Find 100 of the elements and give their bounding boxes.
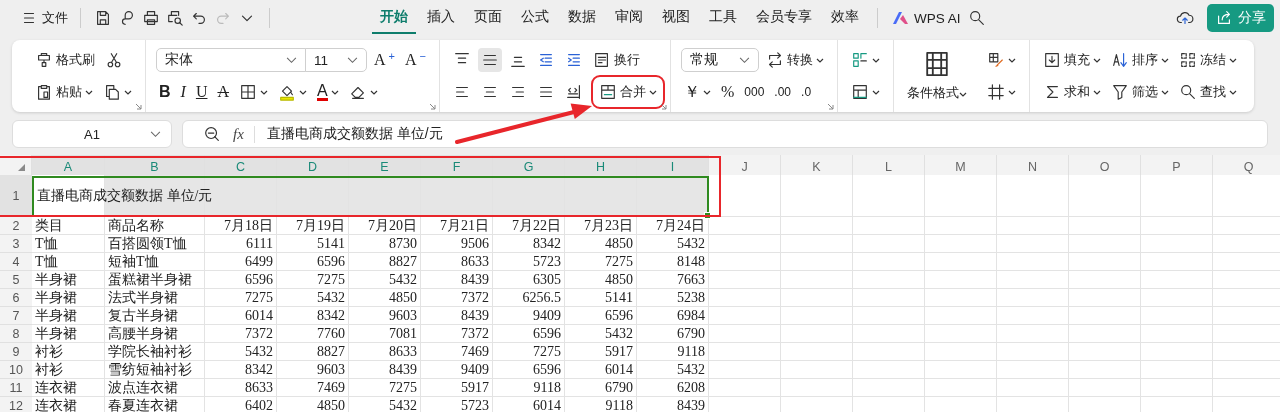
clipboard-button[interactable]: 粘贴 [32,80,96,104]
table-cell: 蛋糕裙半身裙 [105,271,205,289]
increase-decimal-button[interactable]: .00 [771,80,795,104]
column-header[interactable]: O [1069,155,1141,175]
table-cell [925,175,997,217]
table-cell: 连衣裙 [32,397,105,412]
row-header[interactable]: 7 [0,307,32,325]
conditional-format-button[interactable]: 条件格式 [904,47,970,105]
percent-button[interactable]: % [718,80,738,104]
caret-icon [649,89,657,95]
table-cell [925,379,997,397]
font-size-dropdown[interactable]: 11 [305,48,367,72]
align-middle-button[interactable] [478,48,502,72]
row-header[interactable]: 10 [0,361,32,379]
font-dropdown[interactable]: 宋体 [156,48,306,72]
caret-icon [959,92,967,97]
underline-button[interactable]: U [192,80,211,104]
row-header[interactable]: 1 [0,175,32,217]
table-cell [1069,307,1141,325]
table-cell: 7月22日 [493,217,565,235]
dialog-launcher-icon[interactable] [827,103,834,110]
merge-cells-button[interactable]: 合并 [596,80,660,104]
row-header[interactable]: 8 [0,325,32,343]
dialog-launcher-icon[interactable] [429,103,436,110]
table-cell: 7月21日 [421,217,493,235]
table-cell: 7月24日 [637,217,709,235]
table-cell [709,343,781,361]
ribbon-tab[interactable]: 公式 [513,2,557,34]
paintbrush-button[interactable]: 格式刷 [32,48,98,72]
table-cell: 衬衫 [32,361,105,379]
row-header[interactable]: 11 [0,379,32,397]
dialog-launcher-icon[interactable] [660,103,667,110]
table-cell: 复古半身裙 [105,307,205,325]
column-header[interactable]: P [1141,155,1213,175]
column-header[interactable]: L [853,155,925,175]
text-wrap-button[interactable]: 换行 [590,48,643,72]
sum-button[interactable]: 求和 [1040,80,1104,104]
table-cell: 6305 [493,271,565,289]
table-cell [1069,253,1141,271]
convert-button[interactable]: 转换 [763,48,827,72]
ribbon-tab[interactable]: 插入 [419,2,463,34]
ribbon-tab[interactable]: 工具 [701,2,745,34]
search-button[interactable]: 查找 [1176,80,1240,104]
table-cell [853,325,925,343]
table-cell: 波点连衣裙 [105,379,205,397]
formula-field[interactable]: fx 直播电商成交额数据 单位/元 [182,120,1268,148]
table-cell [709,325,781,343]
table-cell [997,253,1069,271]
row-header[interactable]: 2 [0,217,32,235]
table-cell [853,175,925,217]
font-color-button[interactable]: A [314,80,342,104]
table-cell: 7275 [205,289,277,307]
row-header[interactable]: 4 [0,253,32,271]
column-header[interactable]: M [925,155,997,175]
table-cell: 5723 [493,253,565,271]
freeze-panes-button[interactable]: 冻结 [1176,48,1240,72]
column-header[interactable]: J [709,155,781,175]
ribbon-tab[interactable]: 开始 [372,2,416,34]
thousands-button[interactable]: 000 [741,80,768,104]
row-header[interactable]: 3 [0,235,32,253]
bold-button[interactable]: B [156,80,174,104]
dialog-launcher-icon[interactable] [135,103,142,110]
ribbon-tab[interactable]: 会员专享 [748,2,820,34]
sort-button[interactable]: 排序 [1108,48,1172,72]
column-header[interactable]: K [781,155,853,175]
table-cell [709,253,781,271]
currency-button[interactable]: ￥ [681,80,714,104]
table-cell: 6208 [637,379,709,397]
column-header[interactable]: N [997,155,1069,175]
select-all-icon[interactable] [18,164,25,171]
ribbon-tab[interactable]: 数据 [560,2,604,34]
ai-button[interactable]: WPS AI [888,8,965,28]
row-header[interactable]: 12 [0,397,32,412]
column-header[interactable]: Q [1213,155,1280,175]
ribbon-tab[interactable]: 页面 [466,2,510,34]
ribbon-tab[interactable]: 视图 [654,2,698,34]
decrease-font-button[interactable]: A − [402,48,429,72]
merge-cells-icon [599,83,617,101]
table-cell [1069,289,1141,307]
row-header[interactable]: 6 [0,289,32,307]
filter-button[interactable]: 筛选 [1108,80,1172,104]
decrease-decimal-button[interactable]: .0 [798,80,815,104]
strikethrough-button[interactable]: A [214,80,232,104]
increase-font-button[interactable]: A + [371,48,398,72]
share-button[interactable]: 分享 [1207,4,1274,32]
name-box[interactable]: A1 [12,120,172,148]
number-format-dropdown[interactable]: 常规 [681,48,759,72]
italic-button[interactable]: I [177,80,189,104]
table-cell [997,289,1069,307]
row-header[interactable]: 5 [0,271,32,289]
row-header[interactable]: 9 [0,343,32,361]
fill-down-button[interactable]: 填充 [1040,48,1104,72]
function-label[interactable]: fx [233,125,255,143]
table-cell: 6596 [565,307,637,325]
ribbon-tab[interactable]: 审阅 [607,2,651,34]
ribbon-tab[interactable]: 效率 [823,2,867,34]
chevron-down-icon [739,56,750,64]
table-cell: 6014 [493,397,565,412]
file-menu[interactable]: 文件 [18,7,70,29]
table-cell [997,325,1069,343]
